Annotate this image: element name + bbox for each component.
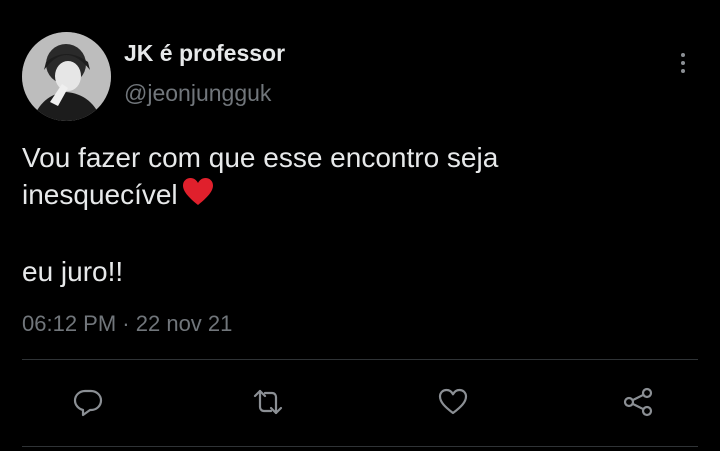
dot: [681, 61, 685, 65]
like-button[interactable]: [435, 384, 471, 420]
meta-separator: ·: [122, 311, 130, 336]
tweet-line: eu juro!!: [22, 256, 124, 288]
reply-button[interactable]: [70, 384, 106, 420]
bottom-divider: [22, 446, 698, 447]
display-name[interactable]: JK é professor: [124, 40, 285, 67]
more-options-icon[interactable]: [672, 48, 694, 78]
reply-icon: [73, 389, 103, 417]
heart-icon: [438, 388, 468, 415]
dot: [681, 69, 685, 73]
share-icon: [623, 387, 653, 417]
tweet-line: Vou fazer com que esse encontro seja: [22, 142, 499, 173]
user-handle[interactable]: @jeonjungguk: [124, 80, 271, 107]
tweet-line-text: inesquecível: [22, 179, 178, 210]
avatar[interactable]: [22, 32, 111, 121]
dot: [681, 53, 685, 57]
share-button[interactable]: [620, 384, 656, 420]
avatar-image: [22, 32, 111, 121]
tweet-line-with-emoji: inesquecível: [22, 176, 702, 216]
tweet-date: 22 nov 21: [135, 311, 233, 336]
retweet-icon: [253, 389, 283, 415]
red-heart-emoji-icon: [182, 177, 214, 216]
retweet-button[interactable]: [250, 384, 286, 420]
tweet-timestamp[interactable]: 06:12 PM · 22 nov 21: [22, 311, 232, 337]
divider: [22, 359, 698, 360]
tweet-card: JK é professor @jeonjungguk Vou fazer co…: [0, 0, 720, 451]
tweet-text: Vou fazer com que esse encontro seja ine…: [22, 139, 702, 290]
tweet-time: 06:12 PM: [22, 311, 117, 336]
